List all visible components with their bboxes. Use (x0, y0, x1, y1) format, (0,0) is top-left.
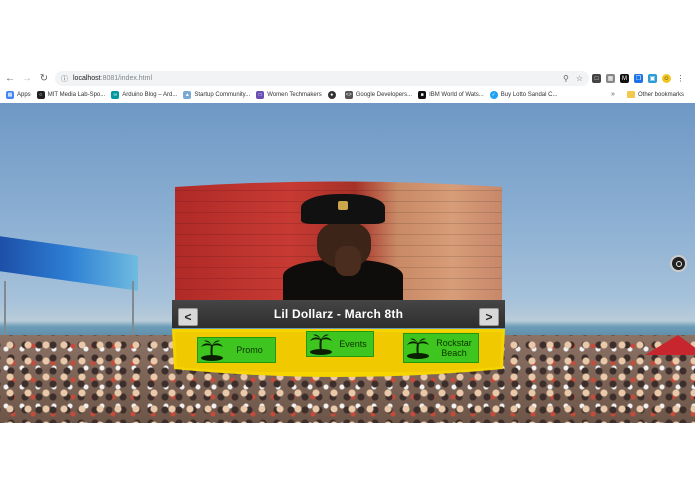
mit-icon: ○ (36, 90, 45, 99)
rockstar-beach-label: Rockstar Beach (436, 338, 472, 358)
apps-grid-icon: ▦ (6, 90, 14, 99)
bookmark-label: Arduino Blog – Ard... (122, 91, 178, 98)
folder-icon (627, 91, 635, 98)
lotto-icon: ✓ (489, 90, 498, 99)
address-bar[interactable]: ⓘ localhost:8081/index.html ⚲ ☆ (55, 71, 589, 86)
event-title: Lil Dollarz - March 8th (273, 307, 404, 321)
reload-icon[interactable]: ↻ (37, 72, 51, 86)
url-path: :8081/index.html (100, 75, 153, 82)
women-tech-icon: □ (256, 90, 265, 99)
url-host: localhost (73, 75, 101, 82)
bookmark-label: Startup Community... (194, 91, 251, 98)
globe-icon: ● (327, 90, 336, 99)
bookmark-label: Apps (17, 91, 31, 98)
bookmark-ibm-watson[interactable]: ■ IBM World of Wats... (418, 90, 484, 99)
event-title-bar: Lil Dollarz - March 8th (172, 300, 505, 328)
artist-hand (335, 246, 361, 276)
bookmark-lotto-sandal[interactable]: ✓ Buy Lotto Sandal C... (489, 90, 558, 99)
extension-puzzle-icon[interactable]: ▣ (648, 74, 657, 83)
extensions-bar: □ ▦ M ❐ ▣ ☺ ⋮ (592, 72, 685, 85)
ibm-icon: ■ (418, 90, 427, 99)
artist-video-frame (283, 194, 403, 300)
bookmark-women-techmakers[interactable]: □ Women Techmakers (256, 90, 322, 99)
bookmark-apps[interactable]: ▦ Apps (6, 90, 31, 99)
rockstar-beach-button[interactable]: Rockstar Beach (403, 333, 479, 363)
bookmark-label: IBM World of Wats... (429, 91, 484, 98)
vr-mode-dot (675, 260, 682, 267)
bookmark-startup-community[interactable]: ▲ Startup Community... (183, 90, 251, 99)
vr-mode-icon[interactable] (670, 255, 687, 272)
page-bottom-blank (0, 423, 695, 494)
more-bookmarks-chevron-icon[interactable]: » (611, 88, 615, 101)
bookmark-globe[interactable]: ● (327, 90, 339, 99)
other-bookmarks-label: Other bookmarks (638, 91, 685, 98)
cap-logo-icon (338, 201, 348, 210)
extension-copy-icon[interactable]: ❐ (634, 74, 643, 83)
bookmark-label: Women Techmakers (267, 91, 322, 98)
palm-tree-icon (407, 338, 429, 359)
bookmark-star-icon[interactable]: ☆ (576, 74, 583, 83)
bookmark-arduino-blog[interactable]: ∞ Arduino Blog – Ard... (111, 90, 178, 99)
bookmark-label: Buy Lotto Sandal C... (500, 91, 558, 98)
code-icon: <> (344, 90, 353, 99)
bookmarks-bar: ▦ Apps ○ MIT Media Lab-Spo... ∞ Arduino Blo… (0, 88, 695, 101)
video-screen[interactable] (175, 180, 502, 300)
profile-avatar-icon[interactable]: ☺ (662, 74, 671, 83)
promo-button[interactable]: Promo (197, 337, 276, 363)
bookmark-google-developers[interactable]: <> Google Developers... (344, 90, 413, 99)
zoom-search-icon[interactable]: ⚲ (563, 74, 569, 83)
other-bookmarks-folder[interactable]: Other bookmarks (627, 88, 684, 101)
extension-medium-icon[interactable]: M (620, 74, 629, 83)
vr-beach-panorama[interactable]: Lil Dollarz - March 8th < > Promo Events… (0, 103, 695, 423)
forward-arrow-icon[interactable]: → (20, 72, 34, 86)
url-text: localhost:8081/index.html (73, 75, 152, 82)
palm-tree-icon (201, 340, 223, 361)
arduino-icon: ∞ (111, 90, 120, 99)
bookmark-mit-media-lab[interactable]: ○ MIT Media Lab-Spo... (36, 90, 106, 99)
prev-event-button[interactable]: < (178, 308, 198, 326)
palm-tree-icon (310, 334, 332, 355)
next-event-button[interactable]: > (479, 308, 499, 326)
browser-menu-icon[interactable]: ⋮ (676, 74, 685, 83)
back-arrow-icon[interactable]: ← (3, 72, 17, 86)
bookmark-label: MIT Media Lab-Spo... (47, 91, 106, 98)
events-label: Events (339, 339, 367, 349)
bookmark-label: Google Developers... (355, 91, 413, 98)
startup-icon: ▲ (183, 90, 192, 99)
site-info-icon[interactable]: ⓘ (61, 74, 68, 84)
extension-grid-icon[interactable]: ▦ (606, 74, 615, 83)
events-button[interactable]: Events (306, 331, 374, 357)
page-top-blank (0, 0, 695, 70)
extension-pocket-icon[interactable]: □ (592, 74, 601, 83)
promo-label: Promo (236, 345, 263, 355)
